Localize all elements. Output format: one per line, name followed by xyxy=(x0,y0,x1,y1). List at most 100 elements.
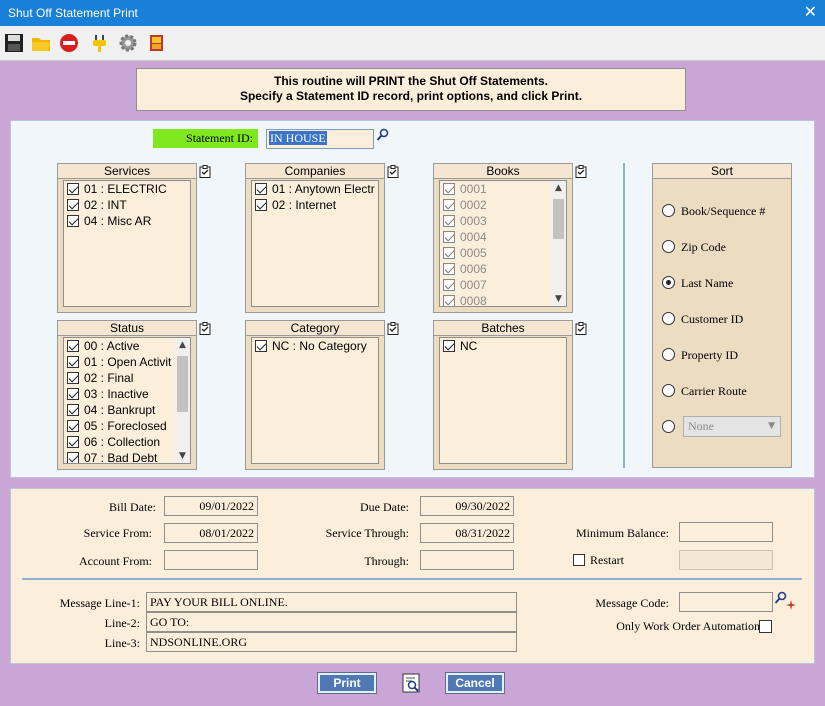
checkbox[interactable] xyxy=(443,263,455,275)
list-item[interactable]: 01 : ELECTRIC xyxy=(64,181,190,197)
restart-input[interactable] xyxy=(679,550,773,570)
stop-icon[interactable] xyxy=(59,33,79,53)
due-date-input[interactable]: 09/30/2022 xyxy=(420,496,514,516)
restart-checkbox-row[interactable]: Restart xyxy=(573,550,624,570)
lookup-magnifier-icon[interactable] xyxy=(376,128,390,142)
statement-id-input[interactable]: IN HOUSE xyxy=(266,129,374,149)
list-item[interactable]: 0005 xyxy=(440,245,566,261)
sort-option-zip-code[interactable]: Zip Code xyxy=(662,239,726,255)
message-line-3-input[interactable]: NDSONLINE.ORG xyxy=(146,632,517,652)
radio-button[interactable] xyxy=(662,312,675,325)
list-item[interactable]: 02 : Final xyxy=(64,370,190,386)
sort-option-carrier-route[interactable]: Carrier Route xyxy=(662,383,747,399)
checkbox[interactable] xyxy=(67,199,79,211)
checkbox[interactable] xyxy=(67,420,79,432)
sort-option-custom[interactable] xyxy=(662,419,681,435)
checkbox[interactable] xyxy=(67,372,79,384)
list-item[interactable]: 0007 xyxy=(440,277,566,293)
gear-icon[interactable] xyxy=(118,33,138,53)
clipboard-check-icon[interactable] xyxy=(387,165,399,178)
list-item[interactable]: 0006 xyxy=(440,261,566,277)
checkbox[interactable] xyxy=(67,452,79,463)
message-code-input[interactable] xyxy=(679,592,773,612)
checkbox[interactable] xyxy=(67,404,79,416)
checkbox[interactable] xyxy=(443,279,455,291)
status-scrollbar[interactable]: ▲ ▼ xyxy=(175,338,190,463)
checkbox[interactable] xyxy=(67,215,79,227)
checkbox[interactable] xyxy=(443,231,455,243)
checkbox[interactable] xyxy=(67,183,79,195)
message-line-1-input[interactable]: PAY YOUR BILL ONLINE. xyxy=(146,592,517,612)
checkbox[interactable] xyxy=(255,199,267,211)
work-order-automation-checkbox[interactable] xyxy=(759,620,772,633)
checkbox[interactable] xyxy=(443,215,455,227)
open-folder-icon[interactable] xyxy=(31,33,51,53)
list-item[interactable]: 05 : Foreclosed xyxy=(64,418,190,434)
bill-date-input[interactable]: 09/01/2022 xyxy=(164,496,258,516)
clipboard-check-icon[interactable] xyxy=(387,322,399,335)
checkbox[interactable] xyxy=(443,199,455,211)
scroll-thumb[interactable] xyxy=(553,199,564,239)
list-item[interactable]: 07 : Bad Debt xyxy=(64,450,190,463)
restart-checkbox[interactable] xyxy=(573,554,585,566)
radio-button[interactable] xyxy=(662,240,675,253)
clipboard-check-icon[interactable] xyxy=(199,322,211,335)
scroll-up-icon[interactable]: ▲ xyxy=(551,181,566,195)
list-item[interactable]: 03 : Inactive xyxy=(64,386,190,402)
checkbox[interactable] xyxy=(443,247,455,259)
sparkle-icon[interactable] xyxy=(786,600,796,610)
list-item[interactable]: 06 : Collection xyxy=(64,434,190,450)
list-item[interactable]: 01 : Anytown Electr xyxy=(252,181,378,197)
list-item[interactable]: 04 : Misc AR xyxy=(64,213,190,229)
list-item[interactable]: 04 : Bankrupt xyxy=(64,402,190,418)
checkbox[interactable] xyxy=(443,340,455,352)
checkbox[interactable] xyxy=(67,356,79,368)
checkbox[interactable] xyxy=(67,340,79,352)
sort-option-book-sequence[interactable]: Book/Sequence # xyxy=(662,203,765,219)
clipboard-check-icon[interactable] xyxy=(575,322,587,335)
sort-custom-select[interactable]: None ▼ xyxy=(683,416,781,437)
checkbox[interactable] xyxy=(67,388,79,400)
list-item[interactable]: NC xyxy=(440,338,566,354)
list-item[interactable]: 01 : Open Activit xyxy=(64,354,190,370)
list-item[interactable]: 0008 xyxy=(440,293,566,306)
books-scrollbar[interactable]: ▲ ▼ xyxy=(551,181,566,306)
list-item[interactable]: 02 : Internet xyxy=(252,197,378,213)
sort-option-property-id[interactable]: Property ID xyxy=(662,347,738,363)
service-through-input[interactable]: 08/31/2022 xyxy=(420,523,514,543)
clipboard-check-icon[interactable] xyxy=(575,165,587,178)
checkbox[interactable] xyxy=(255,340,267,352)
radio-button[interactable] xyxy=(662,384,675,397)
close-icon[interactable]: ✕ xyxy=(804,0,817,26)
service-from-input[interactable]: 08/01/2022 xyxy=(164,523,258,543)
clipboard-check-icon[interactable] xyxy=(199,165,211,178)
checkbox[interactable] xyxy=(443,183,455,195)
radio-button[interactable] xyxy=(662,204,675,217)
sort-option-last-name[interactable]: Last Name xyxy=(662,275,733,291)
print-preview-icon[interactable] xyxy=(400,673,424,693)
list-item[interactable]: 0003 xyxy=(440,213,566,229)
checkbox[interactable] xyxy=(443,295,455,306)
scroll-thumb[interactable] xyxy=(177,356,188,412)
save-icon[interactable] xyxy=(4,33,24,53)
radio-button[interactable] xyxy=(662,348,675,361)
radio-button[interactable] xyxy=(662,276,675,289)
cancel-button[interactable]: Cancel xyxy=(445,672,505,694)
through-input[interactable] xyxy=(420,550,514,570)
scroll-up-icon[interactable]: ▲ xyxy=(175,338,190,352)
checkbox[interactable] xyxy=(255,183,267,195)
list-item[interactable]: 0004 xyxy=(440,229,566,245)
list-item[interactable]: 02 : INT xyxy=(64,197,190,213)
scroll-down-icon[interactable]: ▼ xyxy=(175,449,190,463)
radio-button[interactable] xyxy=(662,420,675,433)
list-item[interactable]: 00 : Active xyxy=(64,338,190,354)
message-line-2-input[interactable]: GO TO: xyxy=(146,612,517,632)
list-item[interactable]: 0002 xyxy=(440,197,566,213)
account-from-input[interactable] xyxy=(164,550,258,570)
print-button[interactable]: Print xyxy=(317,672,377,694)
minimum-balance-input[interactable] xyxy=(679,522,773,542)
book-icon[interactable] xyxy=(147,33,167,53)
checkbox[interactable] xyxy=(67,436,79,448)
plug-icon[interactable] xyxy=(90,33,110,53)
list-item[interactable]: 0001 xyxy=(440,181,566,197)
